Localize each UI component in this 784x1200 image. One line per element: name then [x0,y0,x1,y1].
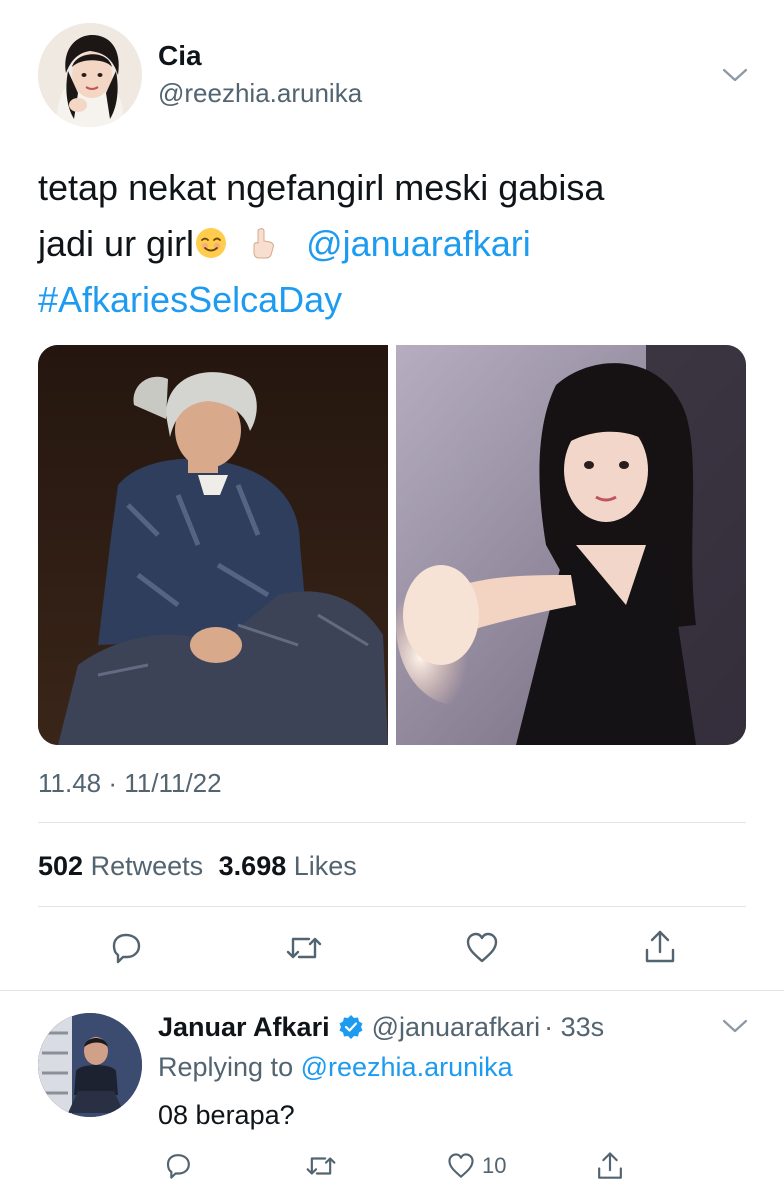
share-button[interactable] [638,926,682,968]
index-pointing-up-icon [253,228,274,259]
reply-retweet-button[interactable] [302,1150,340,1182]
reply-like-count: 10 [482,1153,507,1178]
reply-avatar-photo [38,1013,142,1117]
author-name[interactable]: Cia [158,38,202,74]
likes-label[interactable]: Likes [294,851,357,881]
reply-text: 08 berapa? [158,1100,295,1130]
divider [38,822,746,823]
media-photo-2[interactable] [396,345,746,745]
chevron-down-icon[interactable] [722,67,748,83]
reply-like-button[interactable]: 10 [446,1150,526,1182]
tweet-text-line-2: jadi ur girl @januarafkari [38,216,758,272]
tweet-text: tetap nekat ngefangirl meski gabisa jadi… [38,160,758,328]
reply-author-handle[interactable]: @januarafkari [372,1010,541,1044]
avatar-photo [38,23,142,127]
reply-time[interactable]: · 33s [544,1010,604,1044]
author-handle[interactable]: @reezhia.arunika [158,76,362,110]
replying-label: Replying to [158,1052,294,1082]
mention-link[interactable]: @januarafkari [306,223,531,264]
tweet-text-line-1: tetap nekat ngefangirl meski gabisa [38,167,605,208]
reply-icon [112,933,141,964]
reply-author-avatar[interactable] [38,1013,142,1117]
smiling-face-icon [196,228,227,258]
divider [38,906,746,907]
replying-to: Replying to @reezhia.arunika [158,1050,513,1084]
retweets-count[interactable]: 502 [38,851,83,881]
verified-badge-icon [339,1015,363,1039]
chevron-down-icon[interactable] [722,1018,748,1034]
tweet-timestamp[interactable]: 11.48 · 11/11/22 [38,766,222,800]
tweet-stats: 502 Retweets 3.698 Likes [38,849,357,883]
reply-icon [166,1154,190,1179]
like-icon [466,932,498,963]
likes-count[interactable]: 3.698 [219,851,287,881]
retweet-button[interactable] [282,928,326,968]
share-icon [598,1152,622,1179]
share-icon [645,930,675,963]
retweet-icon [286,937,322,959]
reply-header: Januar Afkari @januarafkari · 33s [158,1010,604,1044]
tweet-media[interactable] [38,345,746,745]
tweet-text-line-2-prefix: jadi ur girl [38,223,195,264]
like-icon [448,1153,474,1178]
reply-button[interactable] [104,928,148,968]
photo-woman-selfie [396,345,746,745]
reply-author-name[interactable]: Januar Afkari [158,1010,330,1044]
photo-man-seated [38,345,388,745]
hashtag-link[interactable]: #AfkariesSelcaDay [38,272,758,328]
reply-reply-button[interactable] [160,1150,196,1182]
replying-handle-link[interactable]: @reezhia.arunika [301,1052,513,1082]
retweet-icon [306,1157,336,1175]
author-avatar[interactable] [38,23,142,127]
media-photo-1[interactable] [38,345,388,745]
like-button[interactable] [460,928,504,968]
retweets-label[interactable]: Retweets [91,851,204,881]
reply-share-button[interactable] [592,1148,628,1184]
divider [0,990,784,991]
